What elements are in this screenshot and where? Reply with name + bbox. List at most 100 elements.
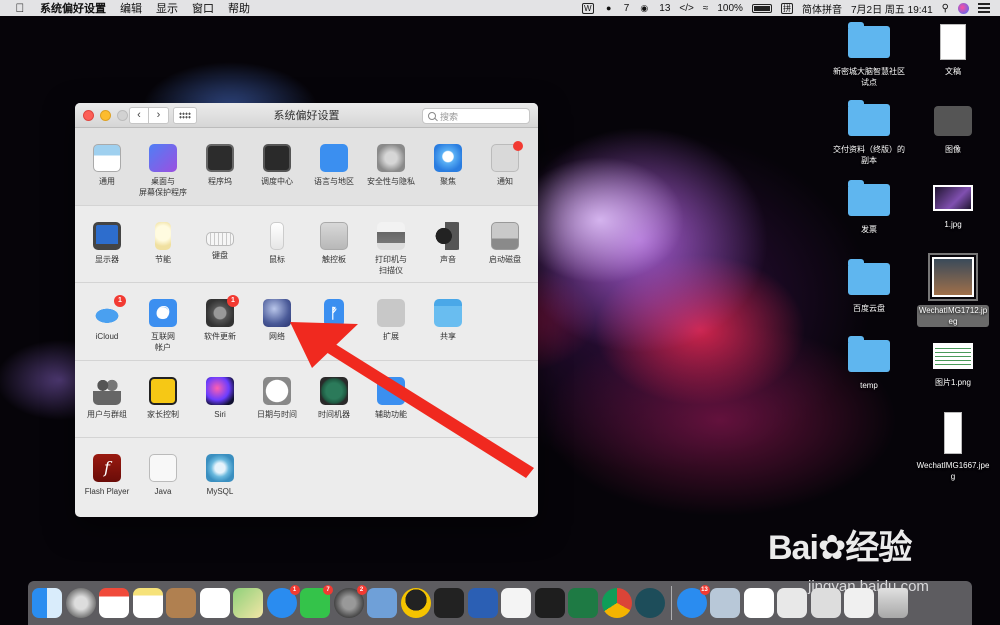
wechat-icon[interactable]: 7 bbox=[300, 585, 333, 618]
arrow-shaft bbox=[326, 342, 534, 478]
pane-siri[interactable]: Siri bbox=[190, 376, 250, 420]
pane-sound[interactable]: 声音 bbox=[418, 221, 478, 265]
wechat-status-icon[interactable]: ● bbox=[603, 2, 615, 14]
pane-dock[interactable]: 程序坞 bbox=[190, 144, 250, 187]
input-method-icon[interactable]: 拼 bbox=[780, 2, 793, 14]
display-icon bbox=[93, 221, 121, 250]
pane-label: 调度中心 bbox=[261, 177, 293, 186]
screenshot-icon[interactable] bbox=[710, 588, 740, 618]
desktop-item-folder-4[interactable]: 百度云盘 bbox=[826, 259, 912, 314]
pane-energy-saver[interactable]: 节能 bbox=[133, 221, 193, 265]
input-method-label[interactable]: 简体拼音 bbox=[802, 1, 842, 16]
pane-mouse[interactable]: 鼠标 bbox=[247, 221, 307, 265]
dingtalk-status-icon[interactable]: ◉ bbox=[638, 2, 650, 14]
pane-displays[interactable]: 显示器 bbox=[77, 221, 137, 265]
desktop-item-png[interactable]: 图片1.png bbox=[910, 338, 996, 388]
menu-window[interactable]: 窗口 bbox=[192, 0, 214, 16]
pane-trackpad[interactable]: 触控板 bbox=[304, 221, 364, 265]
pane-mysql[interactable]: MySQL bbox=[190, 454, 250, 497]
pane-desktop-screensaver[interactable]: 桌面与 屏幕保护程序 bbox=[133, 144, 193, 198]
spotlight-menu-icon[interactable]: ⚲ bbox=[942, 3, 949, 14]
pane-keyboard[interactable]: 键盘 bbox=[190, 222, 250, 261]
launchpad-icon[interactable] bbox=[65, 588, 96, 618]
notes-icon[interactable] bbox=[132, 588, 163, 618]
calendar-icon[interactable] bbox=[99, 588, 129, 618]
app-store-icon[interactable]: 1 bbox=[266, 585, 300, 618]
close-button[interactable] bbox=[83, 110, 94, 121]
pane-parental-controls[interactable]: 家长控制 bbox=[133, 376, 193, 420]
contacts-icon[interactable] bbox=[166, 588, 196, 618]
document-icon bbox=[940, 24, 966, 60]
pane-java[interactable]: Java bbox=[133, 454, 193, 497]
menu-app-name[interactable]: 系统偏好设置 bbox=[40, 0, 106, 16]
back-button[interactable]: ‹ bbox=[129, 107, 149, 124]
apple-icon[interactable]:  bbox=[12, 1, 28, 15]
pane-label: MySQL bbox=[206, 487, 234, 496]
minimize-button[interactable] bbox=[100, 110, 111, 121]
annotation-arrow bbox=[290, 322, 534, 478]
maps-icon[interactable] bbox=[233, 588, 263, 618]
prefs-badge: 2 bbox=[356, 585, 367, 595]
code-status-icon[interactable]: </> bbox=[679, 3, 693, 14]
trash-icon[interactable] bbox=[877, 588, 908, 618]
pane-users-groups[interactable]: 用户与群组 bbox=[77, 376, 137, 420]
typora-icon[interactable] bbox=[501, 588, 531, 618]
pane-printers-scanners[interactable]: 打印机与 扫描仪 bbox=[361, 221, 421, 276]
desktop-item-images[interactable]: 图像 bbox=[910, 102, 996, 155]
gear-update-icon: 1 bbox=[206, 295, 239, 327]
qq-icon[interactable] bbox=[400, 588, 431, 618]
forward-button[interactable]: › bbox=[149, 107, 169, 124]
pane-icloud[interactable]: 1 iCloud bbox=[77, 295, 137, 342]
pane-security-privacy[interactable]: 安全性与隐私 bbox=[361, 144, 421, 187]
zoom-button[interactable] bbox=[117, 110, 128, 121]
wifi-icon[interactable]: ≈ bbox=[703, 3, 709, 14]
pane-notifications[interactable]: 通知 bbox=[475, 141, 535, 187]
pane-flash-player[interactable]: f Flash Player bbox=[77, 454, 137, 497]
menubar-clock[interactable]: 7月2日 周五 19:41 bbox=[851, 1, 933, 16]
recent-image-icon[interactable] bbox=[844, 588, 874, 618]
wps-icon[interactable] bbox=[743, 588, 774, 618]
menu-view[interactable]: 显示 bbox=[156, 0, 178, 16]
pane-general[interactable]: 通用 bbox=[77, 144, 137, 187]
pane-startup-disk[interactable]: 启动磁盘 bbox=[475, 221, 535, 265]
paw-icon: ✿ bbox=[817, 529, 846, 567]
pane-mission-control[interactable]: 调度中心 bbox=[247, 144, 307, 187]
pane-language-region[interactable]: 语言与地区 bbox=[304, 144, 364, 187]
window-titlebar[interactable]: ‹ › 系统偏好设置 搜索 bbox=[75, 103, 538, 128]
pane-spotlight[interactable]: 聚焦 bbox=[418, 144, 478, 187]
dingtalk-icon[interactable]: 13 bbox=[676, 585, 710, 618]
downloads-stack-icon[interactable] bbox=[810, 588, 841, 618]
pane-software-update[interactable]: 1 软件更新 bbox=[190, 295, 250, 342]
desktop-item-folder-1[interactable]: 新密城大脑智慧社区 试点 bbox=[826, 22, 912, 88]
siri-menu-icon[interactable] bbox=[958, 2, 969, 14]
terminal-icon[interactable] bbox=[534, 588, 565, 618]
desktop-item-jpg[interactable]: 1.jpg bbox=[910, 180, 996, 230]
intellij-icon[interactable] bbox=[434, 588, 464, 618]
recent-document-icon[interactable] bbox=[777, 588, 807, 618]
pane-label: iCloud bbox=[95, 332, 119, 341]
preview-icon[interactable] bbox=[367, 588, 397, 618]
desktop-item-wechat-img[interactable]: WechatIMG1667.jpe g bbox=[910, 412, 996, 482]
desktop-item-folder-3[interactable]: 发票 bbox=[826, 180, 912, 235]
pane-internet-accounts[interactable]: @ 互联网 帐户 bbox=[133, 299, 193, 353]
menu-help[interactable]: 帮助 bbox=[228, 0, 250, 16]
search-input[interactable]: 搜索 bbox=[422, 108, 530, 124]
finder-icon[interactable] bbox=[32, 588, 62, 618]
desktop-item-folder-temp[interactable]: temp bbox=[826, 336, 912, 391]
chrome-icon[interactable] bbox=[601, 588, 632, 618]
menu-edit[interactable]: 编辑 bbox=[120, 0, 142, 16]
reminders-icon[interactable] bbox=[199, 588, 230, 618]
sourcetree-icon[interactable] bbox=[635, 588, 665, 618]
show-all-button[interactable] bbox=[173, 107, 197, 124]
system-preferences-icon[interactable]: 2 bbox=[333, 585, 367, 618]
desktop-item-wechat-img-selected[interactable]: WechatIMG1712.jp eg bbox=[910, 252, 996, 327]
word-icon[interactable] bbox=[467, 588, 498, 618]
excel-icon[interactable] bbox=[568, 588, 598, 618]
desktop-item-label: 图片1.png bbox=[934, 378, 972, 387]
wps-status-icon[interactable]: W bbox=[581, 2, 594, 14]
battery-icon[interactable] bbox=[751, 3, 772, 13]
notification-center-icon[interactable] bbox=[978, 3, 990, 13]
desktop-item-documents[interactable]: 文稿 bbox=[910, 24, 996, 77]
desktop-item-folder-2[interactable]: 交付资料（终版）的 副本 bbox=[826, 100, 912, 166]
mission-control-icon bbox=[206, 144, 234, 172]
